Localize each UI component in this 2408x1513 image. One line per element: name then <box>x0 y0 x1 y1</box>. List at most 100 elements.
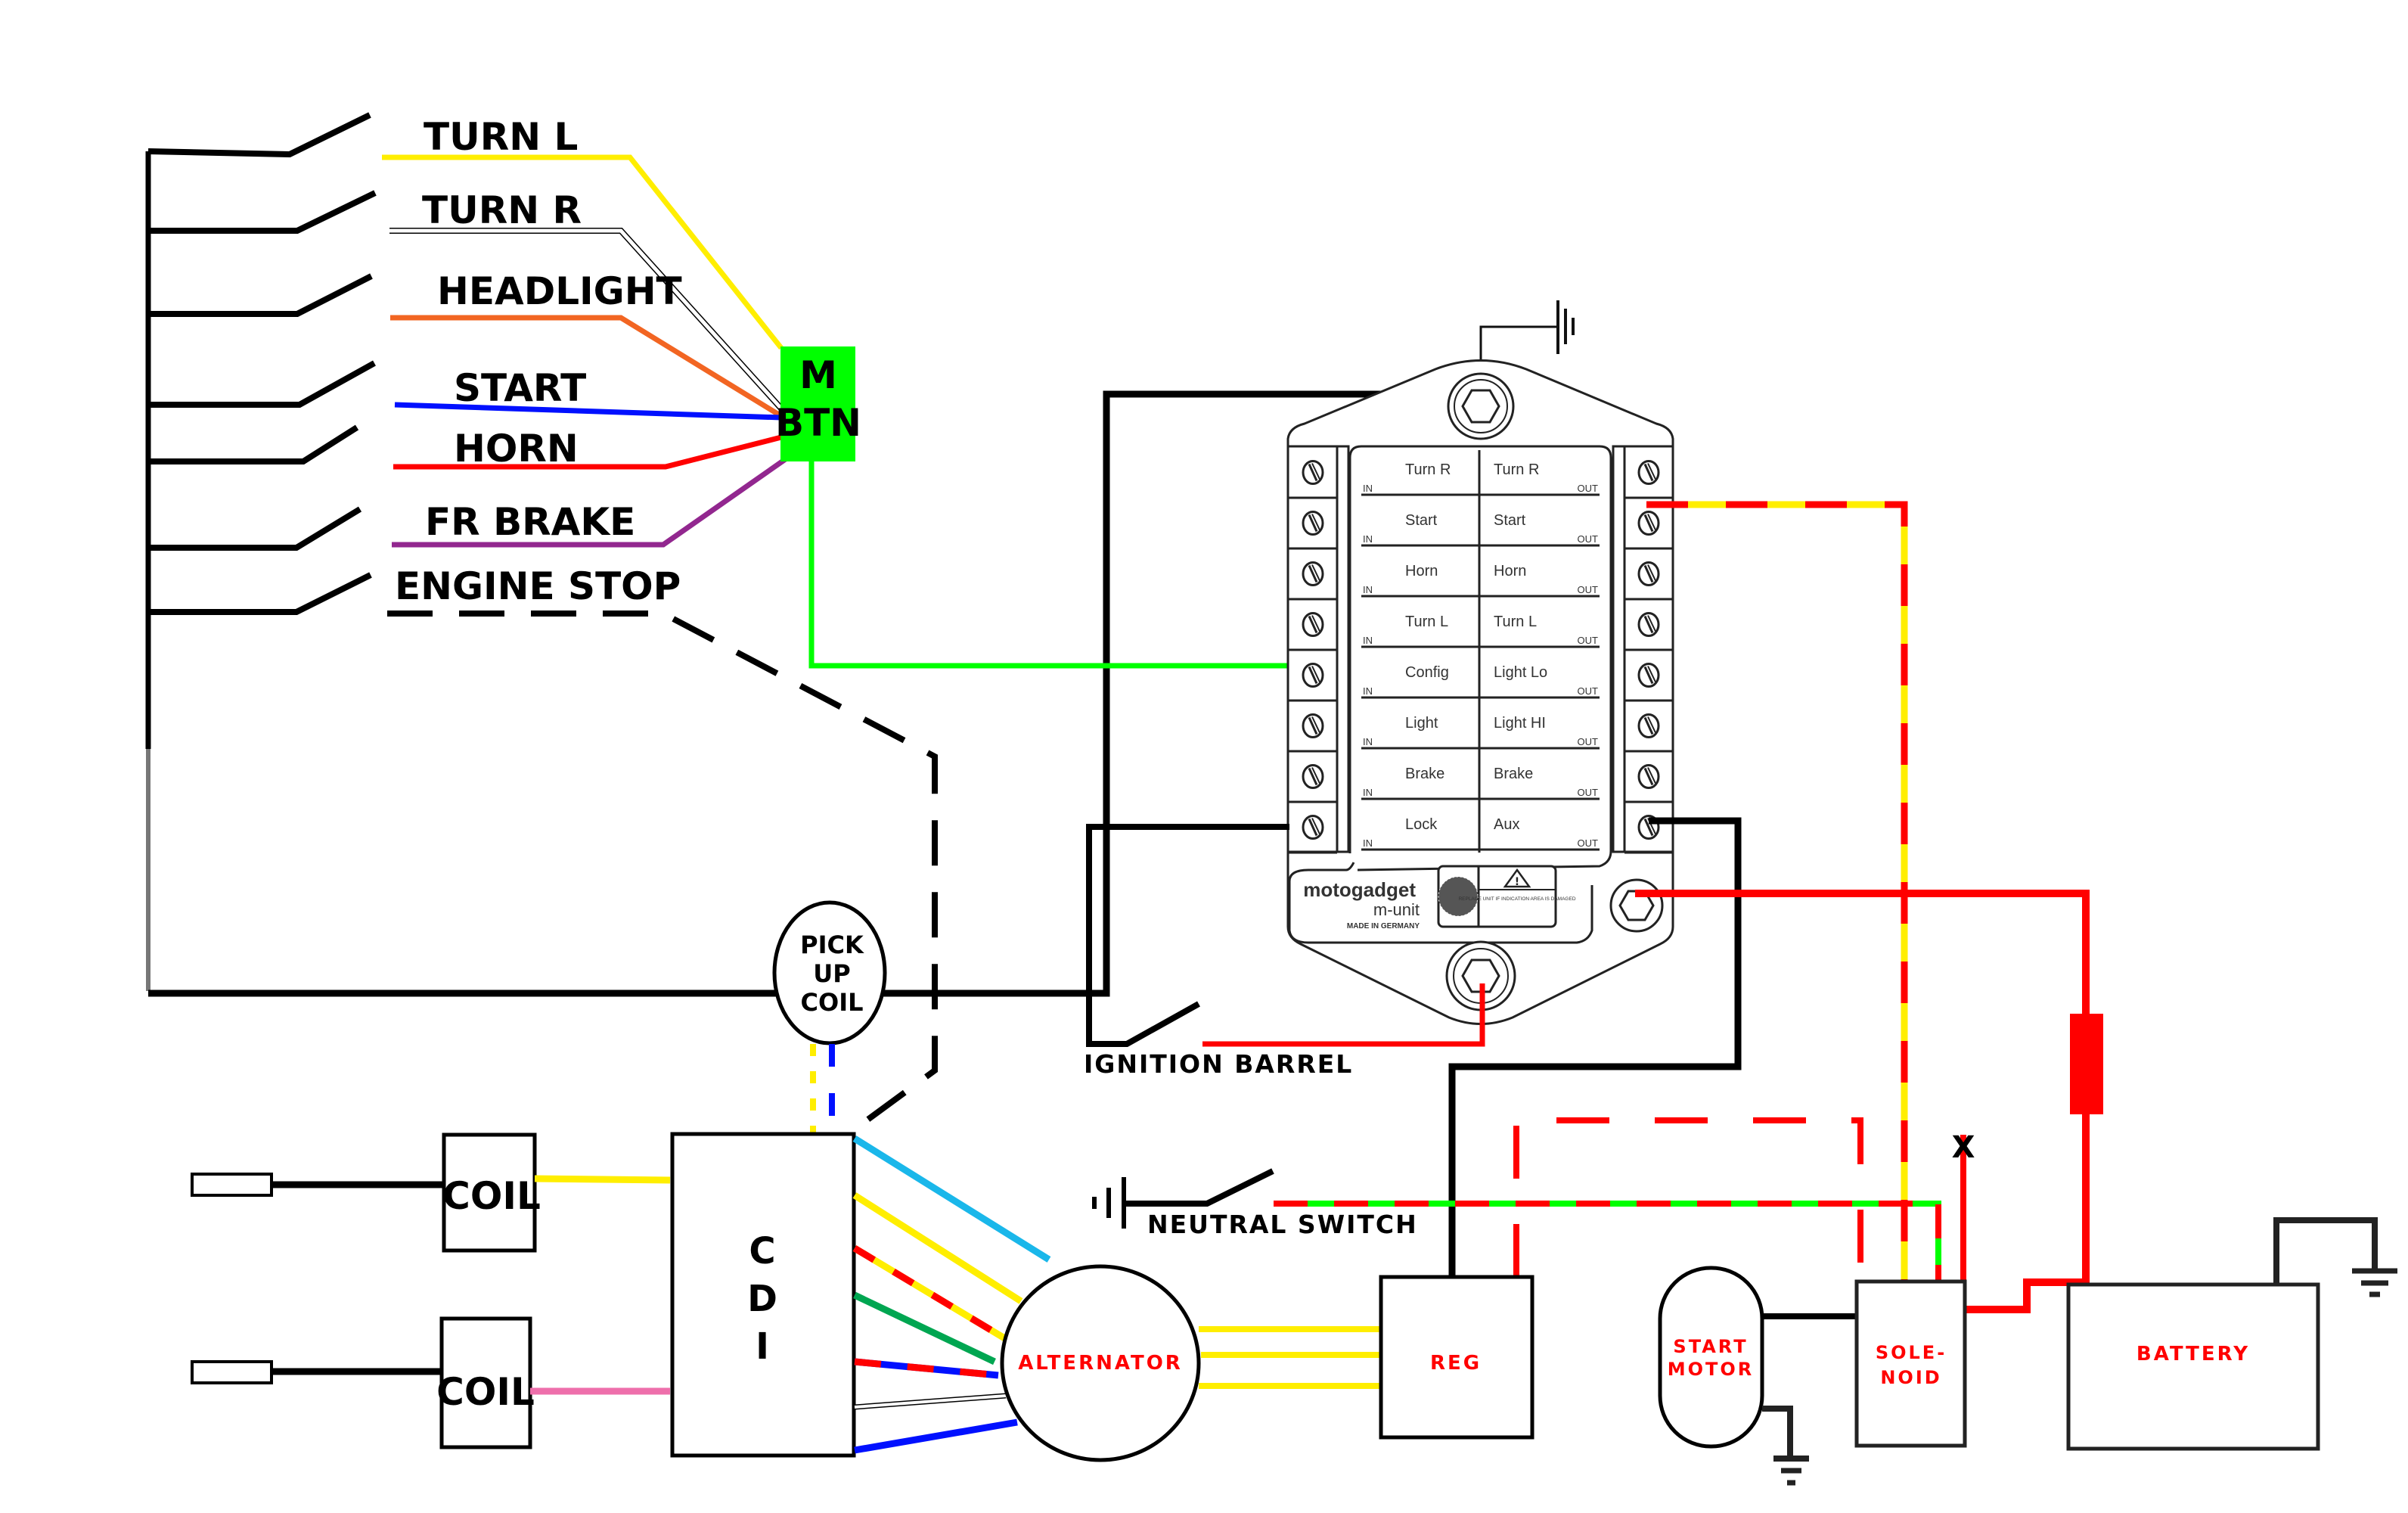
label-pickup-line1: PICK <box>800 930 864 959</box>
munit-output-label: Light Lo <box>1494 664 1547 681</box>
munit-in-tag: IN <box>1363 533 1373 545</box>
munit-output-label: Aux <box>1494 816 1519 833</box>
munit-input-terminal <box>1302 561 1324 586</box>
munit-input-terminal <box>1302 511 1324 536</box>
m-unit: Turn R Turn R IN OUT Start Start IN OUT Horn Horn… <box>1286 300 1674 1025</box>
munit-input-label: Horn <box>1405 563 1438 579</box>
mbtn-label-m: M <box>799 353 837 397</box>
wire-engine-stop <box>387 610 938 1138</box>
label-regulator: REG <box>1430 1352 1482 1375</box>
munit-warning-text: REPLACE UNIT IF INDICATION AREA IS DAMAG… <box>1458 896 1575 902</box>
munit-output-label: Horn <box>1494 563 1526 579</box>
munit-input-terminal <box>1302 612 1324 637</box>
start-motor: START MOTOR <box>1658 1266 1857 1486</box>
svg-text:!: ! <box>1515 876 1519 888</box>
munit-output-label: Start <box>1494 512 1526 529</box>
munit-output-label: Brake <box>1494 766 1533 782</box>
label-turn-r: TURN R <box>422 188 582 232</box>
switch-fr-brake: FR BRAKE <box>148 456 789 551</box>
label-start-motor-line1: START <box>1673 1336 1748 1357</box>
wire-horn <box>393 434 782 470</box>
munit-in-tag: IN <box>1363 483 1373 494</box>
wire-battery-main <box>1635 890 2103 1313</box>
label-solenoid-line2: NOID <box>1880 1367 1941 1388</box>
switch-start: START <box>148 360 782 421</box>
munit-input-label: Lock <box>1405 816 1438 833</box>
cdi-unit: C D I <box>670 1132 856 1458</box>
label-pickup-line3: COIL <box>801 988 864 1017</box>
wiring-diagram-canvas: TURN L TURN R HEADLIGHT START HORN FR BR… <box>145 112 2397 1486</box>
label-x-mark: X <box>1952 1130 1975 1165</box>
ignition-coil-2: COIL <box>191 1316 670 1449</box>
wiring-diagram: TURN L TURN R HEADLIGHT START HORN FR BR… <box>0 0 2408 1513</box>
munit-out-tag: OUT <box>1578 837 1599 849</box>
label-battery: BATTERY <box>2136 1343 2250 1365</box>
switch-engine-stop: ENGINE STOP <box>148 564 938 1138</box>
pickup-coil: PICK UP COIL <box>772 900 887 1135</box>
label-turn-l: TURN L <box>424 115 578 159</box>
label-cdi-i: I <box>756 1325 769 1368</box>
wire-start <box>394 402 782 421</box>
munit-in-tag: IN <box>1363 685 1373 697</box>
alternator: ALTERNATOR <box>1000 1264 1381 1462</box>
munit-input-label: Light <box>1405 715 1438 732</box>
munit-out-tag: OUT <box>1578 533 1599 545</box>
munit-out-tag: OUT <box>1578 584 1599 595</box>
label-horn: HORN <box>454 427 579 471</box>
munit-input-terminal <box>1302 460 1324 485</box>
switch-bus <box>145 151 1484 997</box>
wire-mbtn-config <box>808 458 1289 669</box>
label-cdi-d: D <box>747 1278 777 1320</box>
munit-output-terminal <box>1637 460 1660 485</box>
munit-in-tag: IN <box>1363 837 1373 849</box>
label-cdi-c: C <box>749 1230 775 1272</box>
munit-output-terminal <box>1637 511 1660 536</box>
label-alternator: ALTERNATOR <box>1018 1352 1183 1375</box>
label-ignition-barrel: IGNITION BARREL <box>1084 1049 1353 1079</box>
spark-plug-2 <box>191 1360 273 1384</box>
munit-out-tag: OUT <box>1578 483 1599 494</box>
label-engine-stop: ENGINE STOP <box>395 564 681 608</box>
munit-in-tag: IN <box>1363 635 1373 646</box>
fuse-icon <box>2070 1014 2103 1114</box>
label-start-motor-line2: MOTOR <box>1668 1359 1755 1380</box>
battery: BATTERY <box>2066 1217 2397 1451</box>
label-fr-brake: FR BRAKE <box>425 500 635 544</box>
mbtn-label-btn: BTN <box>775 401 861 445</box>
munit-input-label: Brake <box>1405 766 1444 782</box>
munit-out-tag: OUT <box>1578 685 1599 697</box>
spark-plug-1 <box>191 1173 273 1197</box>
label-neutral-switch: NEUTRAL SWITCH <box>1147 1210 1418 1239</box>
wire-coil1-cdi <box>534 1175 671 1184</box>
munit-out-tag: OUT <box>1578 787 1599 798</box>
munit-output-terminal <box>1637 663 1660 688</box>
label-coil-1: COIL <box>442 1174 541 1218</box>
munit-model: m-unit <box>1373 900 1420 919</box>
label-solenoid-line1: SOLE- <box>1876 1342 1947 1363</box>
munit-input-terminal <box>1302 713 1324 738</box>
munit-in-tag: IN <box>1363 736 1373 747</box>
munit-output-terminal <box>1637 612 1660 637</box>
regulator: REG <box>1379 1275 1534 1440</box>
munit-input-terminal <box>1302 764 1324 789</box>
munit-input-label: Turn L <box>1405 614 1448 630</box>
munit-output-terminal <box>1637 561 1660 586</box>
munit-output-label: Turn L <box>1494 614 1537 630</box>
munit-top-bolt <box>1447 372 1515 440</box>
munit-output-label: Light HI <box>1494 715 1546 732</box>
munit-out-tag: OUT <box>1578 736 1599 747</box>
munit-output-label: Turn R <box>1494 461 1539 478</box>
munit-input-label: Turn R <box>1405 461 1451 478</box>
label-pickup-line2: UP <box>813 959 850 988</box>
label-start: START <box>454 366 586 410</box>
label-headlight: HEADLIGHT <box>437 269 682 313</box>
munit-in-tag: IN <box>1363 584 1373 595</box>
munit-origin: MADE IN GERMANY <box>1347 922 1420 930</box>
munit-battery-bolt <box>1609 878 1664 933</box>
switch-horn: HORN <box>148 424 782 471</box>
munit-input-label: Config <box>1405 664 1449 681</box>
munit-input-terminal <box>1302 815 1324 840</box>
munit-input-label: Start <box>1405 512 1438 529</box>
ignition-coil-1: COIL <box>191 1132 671 1253</box>
munit-in-tag: IN <box>1363 787 1373 798</box>
